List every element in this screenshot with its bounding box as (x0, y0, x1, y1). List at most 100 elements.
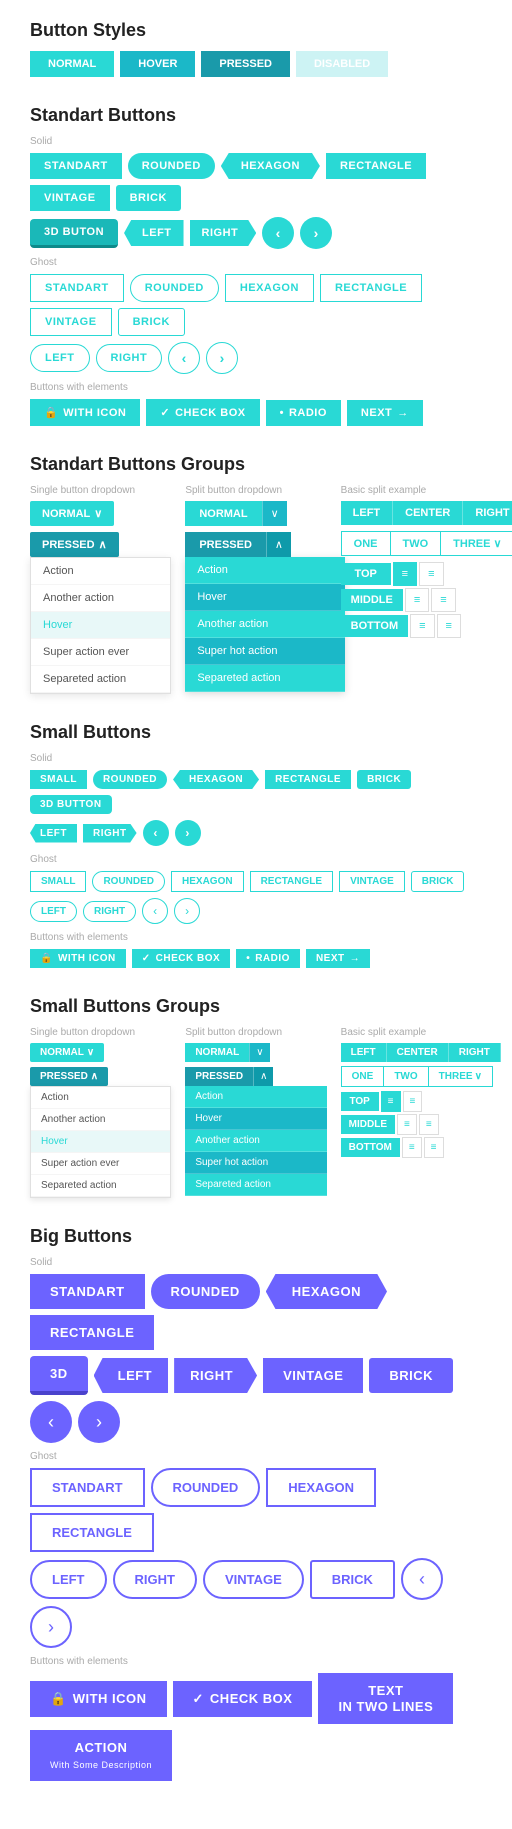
big-ghost-brick[interactable]: BRICK (310, 1560, 395, 1599)
small-ghost-vintage[interactable]: VINTAGE (339, 871, 405, 892)
small-ghost-chevron-left[interactable]: ‹ (142, 898, 168, 924)
left-split-btn[interactable]: LEFT (341, 501, 394, 525)
small-middle-btn[interactable]: MIDDLE (341, 1115, 395, 1134)
middle-btn[interactable]: MIDDLE (341, 589, 403, 611)
super-action-item[interactable]: Super action ever (31, 639, 170, 666)
small-split-another[interactable]: Another action (185, 1130, 326, 1152)
small-split-hover[interactable]: Hover (185, 1108, 326, 1130)
small-ghost-standart[interactable]: SMALL (30, 871, 86, 892)
small-normal-split-main[interactable]: NORMAL (185, 1043, 249, 1062)
right-btn[interactable]: RIGHT (190, 220, 257, 246)
with-icon-btn[interactable]: 🔒 WITH ICON (30, 399, 140, 426)
top-btn[interactable]: TOP (341, 563, 391, 585)
small-right-btn[interactable]: RIGHT (83, 824, 137, 843)
ghost-brick-btn[interactable]: BRICK (118, 308, 185, 336)
big-ghost-hexagon[interactable]: HEXAGON (266, 1468, 376, 1507)
small-with-icon-btn[interactable]: 🔒 WITH ICON (30, 949, 126, 968)
small-ghost-left[interactable]: LEFT (30, 901, 77, 922)
normal-split-arrow[interactable]: ∨ (262, 501, 287, 526)
normal-dropdown-btn[interactable]: NORMAL ∨ (30, 501, 114, 526)
small-left-btn[interactable]: LEFT (30, 824, 77, 843)
big-text-two-lines-btn[interactable]: TEXTIN TWO LINES (318, 1673, 453, 1724)
align-icon-5[interactable]: ≡ (410, 614, 434, 638)
small-ghost-chevron-right[interactable]: › (174, 898, 200, 924)
small-split-sep[interactable]: Separeted action (185, 1174, 326, 1196)
center-split-btn[interactable]: CENTER (393, 501, 463, 525)
small-rounded-btn[interactable]: ROUNDED (93, 770, 167, 789)
align-icon-active[interactable]: ≡ (393, 562, 417, 586)
small-hexagon-btn[interactable]: HEXAGON (173, 770, 259, 789)
big-ghost-rounded[interactable]: ROUNDED (151, 1468, 261, 1507)
big-ghost-rectangle[interactable]: RECTANGLE (30, 1513, 154, 1552)
big-rounded-btn[interactable]: ROUNDED (151, 1274, 260, 1309)
split-hover-item[interactable]: Hover (185, 584, 345, 611)
big-with-icon-btn[interactable]: 🔒 WITH ICON (30, 1681, 167, 1717)
small-super-item[interactable]: Super action ever (31, 1153, 170, 1175)
ghost-rounded-btn[interactable]: ROUNDED (130, 274, 219, 302)
radio-btn[interactable]: • RADIO (266, 400, 341, 426)
brick-btn[interactable]: BRICK (116, 185, 181, 211)
small-split-action[interactable]: Action (185, 1086, 326, 1108)
hover-button[interactable]: HOVER (120, 51, 195, 77)
rectangle-btn[interactable]: RECTANGLE (326, 153, 426, 179)
small-radio-btn[interactable]: • RADIO (236, 949, 300, 968)
small-two-btn[interactable]: TWO (383, 1066, 428, 1087)
align-icon-2[interactable]: ≡ (419, 562, 443, 586)
split-hot-item[interactable]: Super hot action (185, 638, 345, 665)
ghost-left-btn[interactable]: LEFT (30, 344, 90, 372)
small-ghost-brick[interactable]: BRICK (411, 871, 465, 892)
small-ghost-rectangle[interactable]: RECTANGLE (250, 871, 333, 892)
small-center-split[interactable]: CENTER (387, 1043, 449, 1062)
big-chevron-right-btn[interactable]: › (78, 1401, 120, 1443)
small-right-split[interactable]: RIGHT (449, 1043, 501, 1062)
small-split-hot[interactable]: Super hot action (185, 1152, 326, 1174)
small-align-icon-active[interactable]: ≡ (381, 1091, 401, 1112)
chevron-right-btn[interactable]: › (300, 217, 332, 249)
small-align-icon-6[interactable]: ≡ (424, 1137, 444, 1158)
big-hexagon-btn[interactable]: HEXAGON (266, 1274, 387, 1309)
vintage-btn[interactable]: VINTAGE (30, 185, 110, 211)
chevron-left-btn[interactable]: ‹ (262, 217, 294, 249)
align-icon-3[interactable]: ≡ (405, 588, 429, 612)
big-brick-btn[interactable]: BRICK (369, 1358, 453, 1393)
pressed-split-main[interactable]: PRESSED (185, 532, 266, 557)
check-box-btn[interactable]: ✓ CHECK BOX (146, 399, 259, 426)
one-btn[interactable]: ONE (341, 531, 391, 556)
small-bottom-btn[interactable]: BOTTOM (341, 1138, 400, 1157)
big-ghost-chevron-left[interactable]: ‹ (401, 1558, 443, 1600)
small-align-icon-5[interactable]: ≡ (402, 1137, 422, 1158)
big-ghost-left[interactable]: LEFT (30, 1560, 107, 1599)
another-action-item[interactable]: Another action (31, 585, 170, 612)
big-rectangle-btn[interactable]: RECTANGLE (30, 1315, 154, 1350)
small-another-item[interactable]: Another action (31, 1109, 170, 1131)
3d-btn[interactable]: 3D BUTON (30, 219, 118, 248)
small-align-icon-3[interactable]: ≡ (397, 1114, 417, 1135)
ghost-chevron-right-btn[interactable]: › (206, 342, 238, 374)
pressed-dropdown-btn[interactable]: PRESSED ∧ (30, 532, 119, 557)
big-chevron-left-btn[interactable]: ‹ (30, 1401, 72, 1443)
small-sep-item[interactable]: Separeted action (31, 1175, 170, 1197)
big-ghost-right[interactable]: RIGHT (113, 1560, 197, 1599)
big-action-btn[interactable]: ACTIONWith Some Description (30, 1730, 172, 1781)
right-split-btn[interactable]: RIGHT (463, 501, 512, 525)
ghost-right-btn[interactable]: RIGHT (96, 344, 163, 372)
big-ghost-chevron-right[interactable]: › (30, 1606, 72, 1648)
action-item[interactable]: Action (31, 558, 170, 585)
standart-btn[interactable]: STANDART (30, 153, 122, 179)
big-right-btn[interactable]: RIGHT (174, 1358, 257, 1393)
small-standart-btn[interactable]: SMALL (30, 770, 87, 789)
big-ghost-standart[interactable]: STANDART (30, 1468, 145, 1507)
three-btn[interactable]: THREE ∨ (440, 531, 512, 556)
hover-item[interactable]: Hover (31, 612, 170, 639)
small-hover-item[interactable]: Hover (31, 1131, 170, 1153)
big-left-btn[interactable]: LEFT (94, 1358, 169, 1393)
ghost-hexagon-btn[interactable]: HEXAGON (225, 274, 314, 302)
small-pressed-split-main[interactable]: PRESSED (185, 1067, 253, 1086)
ghost-chevron-left-btn[interactable]: ‹ (168, 342, 200, 374)
pressed-split-arrow[interactable]: ∧ (266, 532, 291, 557)
small-pressed-split-arrow[interactable]: ∧ (253, 1067, 273, 1086)
small-normal-split-arrow[interactable]: ∨ (249, 1043, 269, 1062)
hexagon-btn[interactable]: HEXAGON (221, 153, 320, 179)
small-one-btn[interactable]: ONE (341, 1066, 385, 1087)
align-icon-4[interactable]: ≡ (431, 588, 455, 612)
